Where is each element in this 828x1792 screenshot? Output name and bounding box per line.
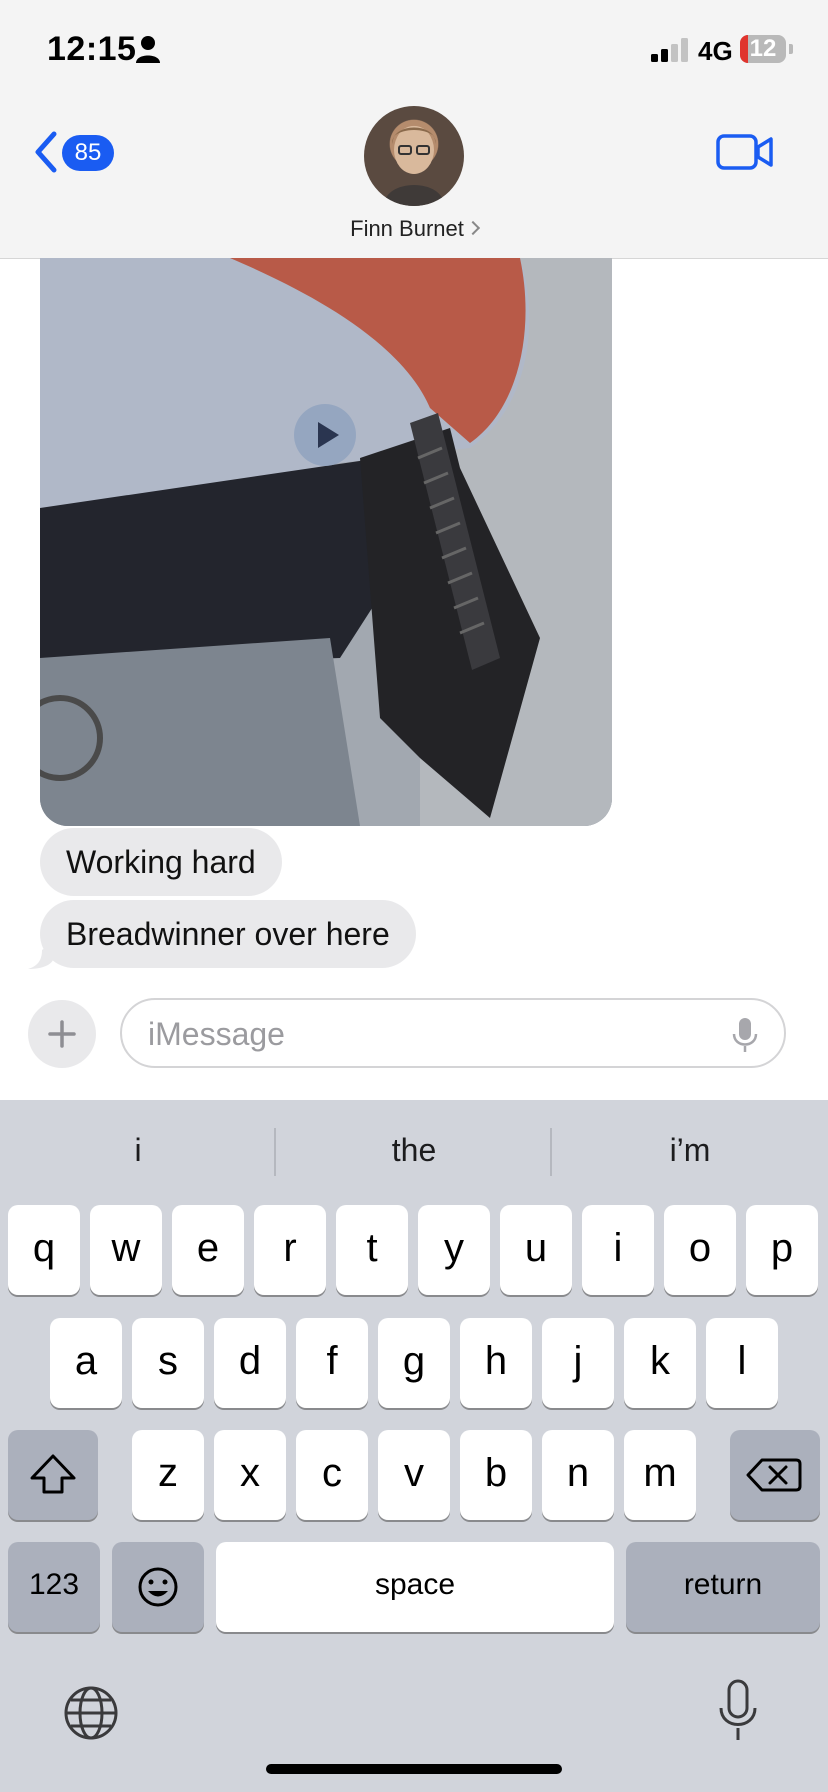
facetime-video-icon[interactable] xyxy=(716,134,774,170)
key-r[interactable]: r xyxy=(254,1205,326,1295)
conversation-header: 12:15 4G 12 85 Finn Burnet xyxy=(0,0,828,259)
backspace-key[interactable] xyxy=(730,1430,820,1520)
key-e[interactable]: e xyxy=(172,1205,244,1295)
numbers-key[interactable]: 123 xyxy=(8,1542,100,1632)
emoji-icon xyxy=(138,1567,178,1607)
battery-level: 12 xyxy=(749,35,777,62)
suggestion-3[interactable]: i’m xyxy=(554,1117,826,1183)
play-button[interactable] xyxy=(294,404,356,466)
key-g[interactable]: g xyxy=(378,1318,450,1408)
key-x[interactable]: x xyxy=(214,1430,286,1520)
chevron-right-icon xyxy=(465,220,480,236)
key-c[interactable]: c xyxy=(296,1430,368,1520)
key-o[interactable]: o xyxy=(664,1205,736,1295)
bubble-tail xyxy=(28,942,54,969)
key-w[interactable]: w xyxy=(90,1205,162,1295)
key-s[interactable]: s xyxy=(132,1318,204,1408)
key-t[interactable]: t xyxy=(336,1205,408,1295)
battery-tip xyxy=(789,44,793,54)
key-h[interactable]: h xyxy=(460,1318,532,1408)
return-key[interactable]: return xyxy=(626,1542,820,1632)
key-v[interactable]: v xyxy=(378,1430,450,1520)
key-f[interactable]: f xyxy=(296,1318,368,1408)
video-thumbnail xyxy=(40,258,612,826)
key-a[interactable]: a xyxy=(50,1318,122,1408)
key-d[interactable]: d xyxy=(214,1318,286,1408)
key-b[interactable]: b xyxy=(460,1430,532,1520)
message-bubble[interactable]: Breadwinner over here xyxy=(40,900,416,968)
key-m[interactable]: m xyxy=(624,1430,696,1520)
suggestion-1[interactable]: i xyxy=(2,1117,274,1183)
key-j[interactable]: j xyxy=(542,1318,614,1408)
emoji-key[interactable] xyxy=(112,1542,204,1632)
dictation-mic-icon[interactable] xyxy=(730,1016,760,1054)
key-y[interactable]: y xyxy=(418,1205,490,1295)
globe-icon[interactable] xyxy=(62,1684,120,1742)
dictation-icon[interactable] xyxy=(716,1678,760,1744)
key-k[interactable]: k xyxy=(624,1318,696,1408)
contact-name-button[interactable]: Finn Burnet xyxy=(264,216,564,242)
shift-icon xyxy=(30,1454,76,1494)
cellular-signal-icon xyxy=(651,38,688,62)
avatar-portrait xyxy=(384,126,444,206)
delete-icon xyxy=(746,1458,802,1492)
contact-avatar[interactable] xyxy=(364,106,464,206)
key-l[interactable]: l xyxy=(706,1318,778,1408)
key-i[interactable]: i xyxy=(582,1205,654,1295)
status-time: 12:15 xyxy=(47,30,137,68)
suggestion-divider xyxy=(274,1128,276,1176)
space-key[interactable]: space xyxy=(216,1542,614,1632)
play-icon xyxy=(318,422,339,448)
contact-name: Finn Burnet xyxy=(350,216,464,241)
key-u[interactable]: u xyxy=(500,1205,572,1295)
key-n[interactable]: n xyxy=(542,1430,614,1520)
suggestion-divider xyxy=(550,1128,552,1176)
imessage-input[interactable] xyxy=(146,1000,710,1068)
key-p[interactable]: p xyxy=(746,1205,818,1295)
shift-key[interactable] xyxy=(8,1430,98,1520)
message-compose-field[interactable] xyxy=(120,998,786,1068)
message-bubble[interactable]: Working hard xyxy=(40,828,282,896)
key-z[interactable]: z xyxy=(132,1430,204,1520)
battery-low-fill xyxy=(740,35,748,63)
back-chevron-icon[interactable] xyxy=(30,128,64,176)
key-q[interactable]: q xyxy=(8,1205,80,1295)
network-type: 4G xyxy=(698,36,733,66)
battery-indicator: 12 xyxy=(740,35,786,63)
apps-plus-button[interactable] xyxy=(28,1000,96,1068)
unread-count-badge[interactable]: 85 xyxy=(62,135,114,171)
person-icon xyxy=(136,36,160,63)
plus-icon xyxy=(48,1020,76,1048)
video-attachment[interactable] xyxy=(40,258,612,826)
home-indicator[interactable] xyxy=(266,1764,562,1774)
suggestion-2[interactable]: the xyxy=(278,1117,550,1183)
